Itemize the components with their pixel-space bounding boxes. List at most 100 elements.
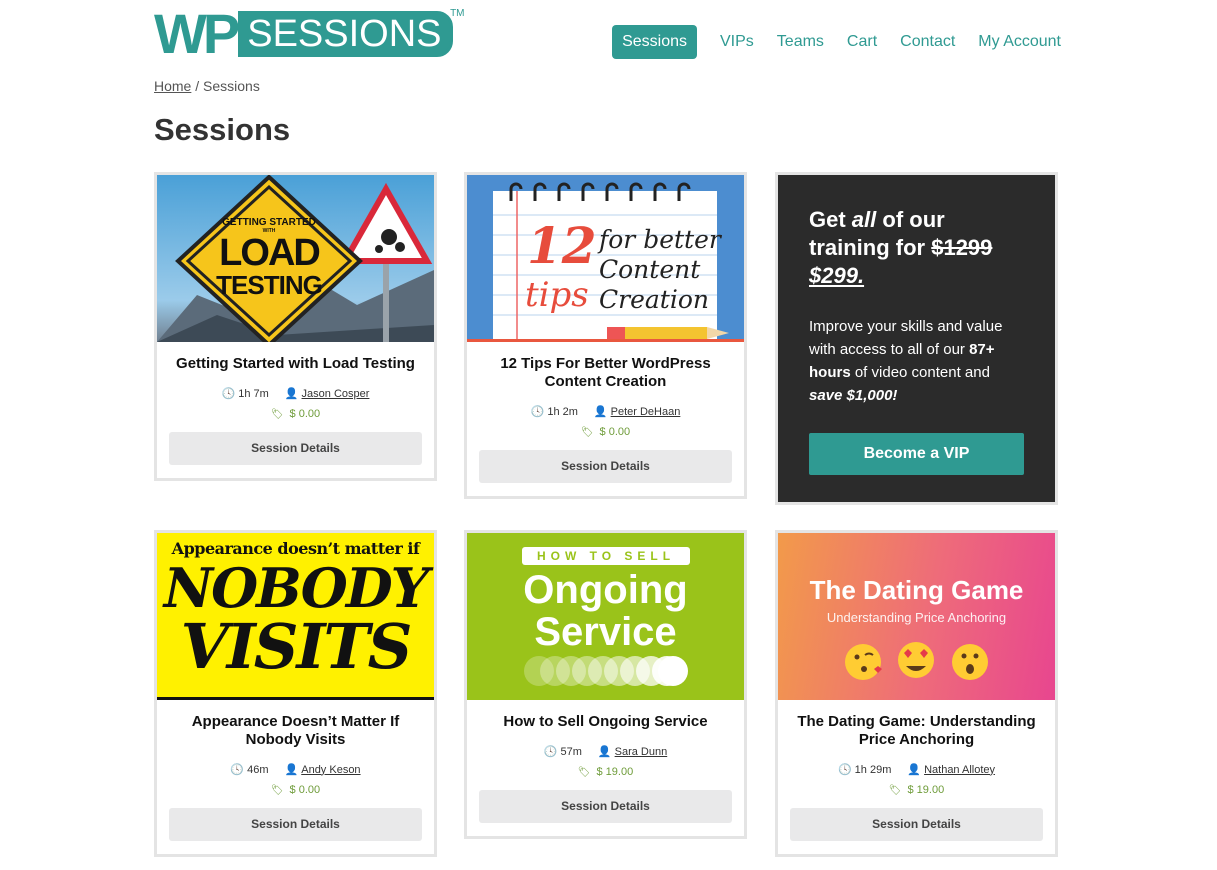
user-icon: 👤	[284, 388, 299, 400]
session-price: 🏷 $ 0.00	[467, 426, 744, 438]
session-meta: 🕓 1h 7m 👤 Jason Cosper	[157, 387, 434, 401]
user-icon: 👤	[907, 764, 922, 776]
session-meta: 🕓 57m 👤 Sara Dunn	[467, 745, 744, 759]
session-thumbnail[interactable]: GETTING STARTED WITH LOAD TESTING	[157, 175, 434, 342]
session-card: The Dating Game Understanding Price Anch…	[775, 530, 1058, 857]
session-title[interactable]: 12 Tips For Better WordPress Content Cre…	[467, 355, 744, 391]
thumb-line-creation: Creation	[599, 285, 709, 314]
vip-heading-pre: Get	[809, 207, 852, 232]
thumb-line-2: NOBODY	[163, 556, 429, 620]
session-title[interactable]: Appearance Doesn’t Matter If Nobody Visi…	[157, 713, 434, 749]
become-vip-button[interactable]: Become a VIP	[809, 433, 1024, 475]
thumb-line-3: LOAD	[219, 232, 321, 274]
session-card: GETTING STARTED WITH LOAD TESTING Gettin…	[154, 172, 437, 481]
price-tag-icon: 🏷	[270, 409, 284, 420]
session-thumbnail[interactable]: 12 tips for better Content Creation	[467, 175, 744, 342]
nav-teams[interactable]: Teams	[777, 33, 824, 51]
session-card: 12 tips for better Content Creation 12 T…	[464, 172, 747, 499]
session-details-button[interactable]: Session Details	[790, 808, 1043, 841]
vip-body-mid: of video content and	[850, 364, 990, 381]
price-tag-icon: 🏷	[270, 785, 284, 796]
session-author: 👤 Andy Keson	[284, 763, 361, 777]
price-value: $ 19.00	[596, 766, 634, 778]
author-link[interactable]: Andy Keson	[301, 764, 360, 776]
session-thumbnail[interactable]: Appearance doesn’t matter if NOBODY VISI…	[157, 533, 434, 700]
vip-new-price: $299.	[809, 263, 865, 288]
session-thumbnail[interactable]: HOW TO SELL Ongoing Service	[467, 533, 744, 700]
price-tag-icon: 🏷	[577, 767, 591, 778]
clock-icon: 🕓	[221, 388, 236, 400]
session-duration: 1h 7m	[238, 387, 269, 400]
vip-old-price: $1299	[931, 235, 993, 260]
circles-illustration	[524, 656, 688, 686]
thumb-line-4: TESTING	[216, 270, 323, 300]
session-price: 🏷 $ 0.00	[157, 408, 434, 420]
session-duration: 46m	[247, 763, 269, 776]
session-details-button[interactable]: Session Details	[169, 432, 422, 465]
logo-sessions: SESSIONS	[238, 11, 453, 57]
session-duration: 1h 2m	[547, 405, 578, 418]
nav-my-account[interactable]: My Account	[978, 33, 1061, 51]
user-icon: 👤	[284, 764, 299, 776]
emoji-illustration	[845, 642, 988, 680]
session-price: 🏷 $ 0.00	[157, 784, 434, 796]
site-logo[interactable]: WP SESSIONS TM	[154, 2, 465, 65]
thumbnail-text: GETTING STARTED WITH LOAD TESTING	[157, 217, 381, 298]
session-meta: 🕓 1h 29m 👤 Nathan Allotey	[778, 763, 1055, 777]
clock-icon: 🕓	[837, 764, 852, 776]
author-link[interactable]: Peter DeHaan	[611, 406, 681, 418]
session-author: 👤 Jason Cosper	[284, 387, 370, 401]
thumb-tips: tips	[525, 275, 589, 315]
session-duration: 57m	[560, 745, 582, 758]
session-price: 🏷 $ 19.00	[467, 766, 744, 778]
logo-wp: WP	[154, 2, 240, 65]
thumb-underline	[157, 697, 434, 700]
session-author: 👤 Sara Dunn	[598, 745, 668, 759]
price-tag-icon: 🏷	[580, 427, 594, 438]
session-title[interactable]: Getting Started with Load Testing	[157, 355, 434, 373]
author-link[interactable]: Jason Cosper	[302, 388, 370, 400]
session-details-button[interactable]: Session Details	[479, 790, 732, 823]
session-card: HOW TO SELL Ongoing Service How to Sell …	[464, 530, 747, 839]
breadcrumb: Home / Sessions	[154, 78, 260, 94]
vip-description: Improve your skills and value with acces…	[809, 315, 1024, 407]
nav-contact[interactable]: Contact	[900, 33, 955, 51]
session-price: 🏷 $ 19.00	[778, 784, 1055, 796]
thumb-line-1: GETTING STARTED	[222, 217, 316, 228]
clock-icon: 🕓	[543, 746, 558, 758]
author-link[interactable]: Nathan Allotey	[924, 764, 995, 776]
thumbnail-text: Appearance doesn’t matter if NOBODY VISI…	[157, 539, 434, 678]
session-duration: 1h 29m	[854, 763, 892, 776]
vip-heading: Get all of our training for $1299 $299.	[809, 206, 1024, 290]
nav-vips[interactable]: VIPs	[720, 33, 754, 51]
session-details-button[interactable]: Session Details	[479, 450, 732, 483]
nav-cart[interactable]: Cart	[847, 33, 877, 51]
thumb-line-3: VISITS	[180, 610, 413, 683]
logo-trademark: TM	[450, 8, 465, 19]
price-value: $ 0.00	[599, 426, 631, 438]
vip-heading-em: all	[851, 207, 877, 232]
price-value: $ 0.00	[289, 408, 321, 420]
author-link[interactable]: Sara Dunn	[615, 746, 668, 758]
breadcrumb-separator: /	[195, 78, 200, 94]
clock-icon: 🕓	[230, 764, 245, 776]
session-details-button[interactable]: Session Details	[169, 808, 422, 841]
session-thumbnail[interactable]: The Dating Game Understanding Price Anch…	[778, 533, 1055, 700]
clock-icon: 🕓	[530, 406, 545, 418]
breadcrumb-current: Sessions	[203, 78, 260, 94]
session-author: 👤 Nathan Allotey	[907, 763, 995, 777]
breadcrumb-home[interactable]: Home	[154, 78, 191, 94]
main-nav: Sessions VIPs Teams Cart Contact My Acco…	[612, 25, 1061, 59]
session-meta: 🕓 1h 2m 👤 Peter DeHaan	[467, 405, 744, 419]
session-title[interactable]: How to Sell Ongoing Service	[467, 713, 744, 731]
user-icon: 👤	[593, 406, 608, 418]
page-title: Sessions	[154, 112, 291, 147]
session-author: 👤 Peter DeHaan	[593, 405, 681, 419]
session-card: Appearance doesn’t matter if NOBODY VISI…	[154, 530, 437, 857]
price-value: $ 0.00	[289, 784, 321, 796]
nav-sessions[interactable]: Sessions	[612, 25, 697, 59]
vip-promo-card: Get all of our training for $1299 $299. I…	[775, 172, 1058, 505]
session-title[interactable]: The Dating Game: Understanding Price Anc…	[778, 713, 1055, 749]
thumb-line-for-better: for better	[599, 225, 721, 254]
price-tag-icon: 🏷	[888, 785, 902, 796]
